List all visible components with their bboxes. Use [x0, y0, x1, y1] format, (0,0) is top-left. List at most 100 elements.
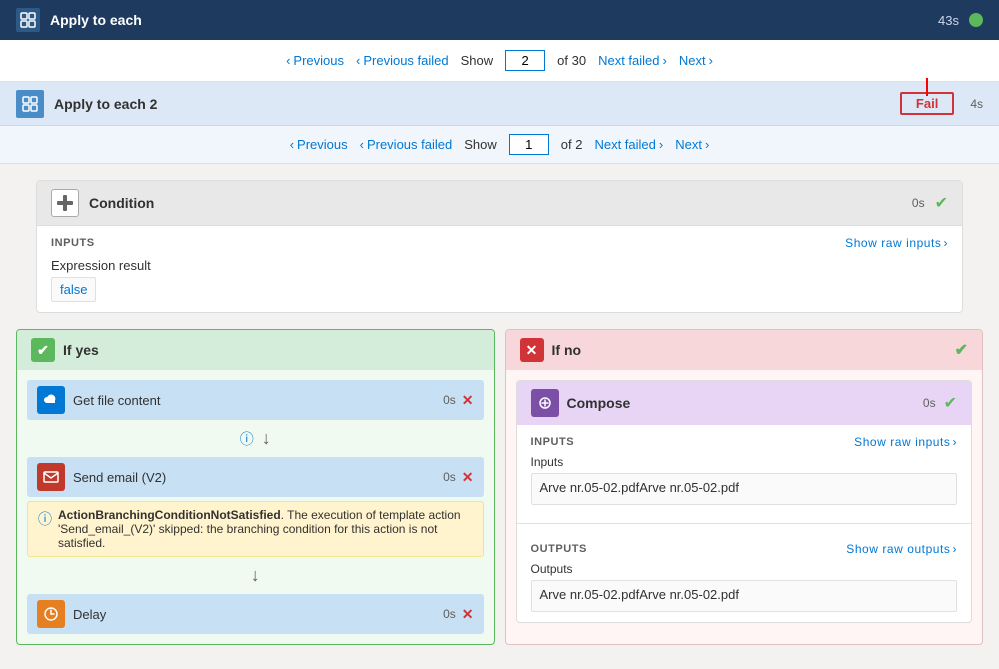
inner-next-failed-link[interactable]: Next failed › [594, 137, 663, 152]
info-circle-icon: ⓘ [240, 429, 254, 449]
inner-page-input[interactable] [509, 134, 549, 155]
delay-label: Delay [73, 607, 106, 622]
delay-right: 0s ✕ [443, 606, 473, 623]
condition-icon [51, 189, 79, 217]
yes-check-icon: ✔ [31, 338, 55, 362]
get-file-content-right: 0s ✕ [443, 392, 473, 409]
outer-nav-bar: ‹ Previous ‹ Previous failed Show of 30 … [0, 40, 999, 82]
if-yes-header: ✔ If yes [17, 330, 494, 370]
down-arrow-icon: ↓ [262, 428, 271, 449]
chevron-right-icon-3: › [943, 236, 948, 250]
inner-next-failed-label: Next failed [594, 137, 655, 152]
apply-to-each-2-icon [16, 90, 44, 118]
show-raw-inputs-link[interactable]: Show raw inputs › [845, 236, 948, 250]
if-yes-content: Get file content 0s ✕ ⓘ ↓ [17, 370, 494, 644]
compose-inputs-label: INPUTS Show raw inputs › [531, 435, 958, 449]
arrow-between-1: ⓘ ↓ [27, 424, 484, 453]
inner-next-link[interactable]: Next › [675, 137, 709, 152]
inner-of-total: of 2 [561, 137, 583, 152]
outer-next-label: Next [679, 53, 706, 68]
compose-outputs-section: OUTPUTS Show raw outputs › Outputs Arve … [517, 532, 972, 622]
apply-to-each-2-title: Apply to each 2 [54, 96, 157, 112]
compose-block: Compose 0s ✔ INPUTS Show raw inputs [516, 380, 973, 623]
inner-chevron-right-icon: › [659, 137, 663, 152]
condition-header: Condition 0s ✔ [37, 181, 962, 226]
send-email-close[interactable]: ✕ [462, 469, 474, 486]
compose-show-raw-inputs-link[interactable]: Show raw inputs › [854, 435, 957, 449]
inner-previous-failed-label: Previous failed [367, 137, 452, 152]
compose-header: Compose 0s ✔ [517, 381, 972, 425]
if-no-branch: ✕ If no ✔ [505, 329, 984, 645]
outer-page-input[interactable] [505, 50, 545, 71]
outer-previous-failed-label: Previous failed [363, 53, 448, 68]
compose-icon [531, 389, 559, 417]
warning-text: ActionBranchingConditionNotSatisfied. Th… [58, 508, 473, 550]
expression-result-label: Expression result [51, 258, 948, 273]
outer-previous-label: Previous [293, 53, 344, 68]
top-bar-time: 43s [938, 13, 959, 28]
apply-to-each-2-time: 4s [970, 97, 983, 111]
warning-row: ⓘ ActionBranchingConditionNotSatisfied. … [27, 501, 484, 557]
inner-chevron-right-icon-2: › [705, 137, 709, 152]
apply-each-icon [16, 8, 40, 32]
arrow-between-2: ↓ [27, 561, 484, 590]
if-no-title: If no [552, 342, 582, 358]
compose-outputs-chevron: › [952, 542, 957, 556]
send-email-left: Send email (V2) [37, 463, 166, 491]
outer-previous-link[interactable]: ‹ Previous [286, 53, 344, 68]
inner-show-label: Show [464, 137, 497, 152]
condition-success-icon: ✔ [935, 193, 948, 213]
compose-outputs-sublabel: Outputs [531, 562, 958, 576]
delay-left: Delay [37, 600, 106, 628]
send-email-time: 0s [443, 470, 456, 484]
compose-title: Compose [567, 395, 631, 411]
inner-previous-failed-link[interactable]: ‹ Previous failed [360, 137, 453, 152]
chevron-right-icon: › [663, 53, 667, 68]
expression-result-value: false [51, 277, 96, 302]
if-no-header: ✕ If no ✔ [506, 330, 983, 370]
no-x-icon: ✕ [520, 338, 544, 362]
compose-success-icon: ✔ [944, 393, 957, 413]
chevron-left-icon-2: ‹ [356, 53, 360, 68]
outer-next-link[interactable]: Next › [679, 53, 713, 68]
chevron-right-icon-2: › [709, 53, 713, 68]
delay-action: Delay 0s ✕ [27, 594, 484, 634]
inner-previous-link[interactable]: ‹ Previous [290, 137, 348, 152]
inner-chevron-left-icon: ‹ [290, 137, 294, 152]
condition-time: 0s [912, 196, 925, 210]
outer-previous-failed-link[interactable]: ‹ Previous failed [356, 53, 449, 68]
cloud-icon [37, 386, 65, 414]
inner-chevron-left-icon-2: ‹ [360, 137, 364, 152]
compose-outputs-value: Arve nr.05-02.pdfArve nr.05-02.pdf [531, 580, 958, 612]
send-email-right: 0s ✕ [443, 469, 473, 486]
if-no-content: Compose 0s ✔ INPUTS Show raw inputs [506, 370, 983, 633]
success-indicator [969, 13, 983, 27]
outer-of-total: of 30 [557, 53, 586, 68]
if-no-success-icon: ✔ [955, 340, 968, 360]
compose-chevron-right: › [952, 435, 957, 449]
main-content: Condition 0s ✔ INPUTS Show raw inputs › … [0, 164, 999, 661]
get-file-content-close[interactable]: ✕ [462, 392, 474, 409]
compose-show-raw-outputs-link[interactable]: Show raw outputs › [846, 542, 957, 556]
delay-close[interactable]: ✕ [462, 606, 474, 623]
send-email-label: Send email (V2) [73, 470, 166, 485]
condition-inputs-label: INPUTS Show raw inputs › [51, 236, 948, 250]
inner-nav-bar: ‹ Previous ‹ Previous failed Show of 2 N… [0, 126, 999, 164]
compose-time: 0s [923, 396, 936, 410]
outer-next-failed-link[interactable]: Next failed › [598, 53, 667, 68]
section-header-left: Apply to each 2 [16, 90, 157, 118]
email-icon [37, 463, 65, 491]
if-yes-header-left: ✔ If yes [31, 338, 99, 362]
top-bar: Apply to each 43s [0, 0, 999, 40]
inner-next-label: Next [675, 137, 702, 152]
branches-container: ✔ If yes Get file content [16, 329, 983, 645]
get-file-content-left: Get file content [37, 386, 160, 414]
down-arrow-icon-2: ↓ [251, 565, 260, 586]
outer-next-failed-label: Next failed [598, 53, 659, 68]
chevron-left-icon: ‹ [286, 53, 290, 68]
condition-block: Condition 0s ✔ INPUTS Show raw inputs › … [36, 180, 963, 313]
condition-inputs-section: INPUTS Show raw inputs › Expression resu… [37, 226, 962, 312]
compose-outputs-label: OUTPUTS Show raw outputs › [531, 542, 958, 556]
send-email-action: Send email (V2) 0s ✕ [27, 457, 484, 497]
if-yes-title: If yes [63, 342, 99, 358]
